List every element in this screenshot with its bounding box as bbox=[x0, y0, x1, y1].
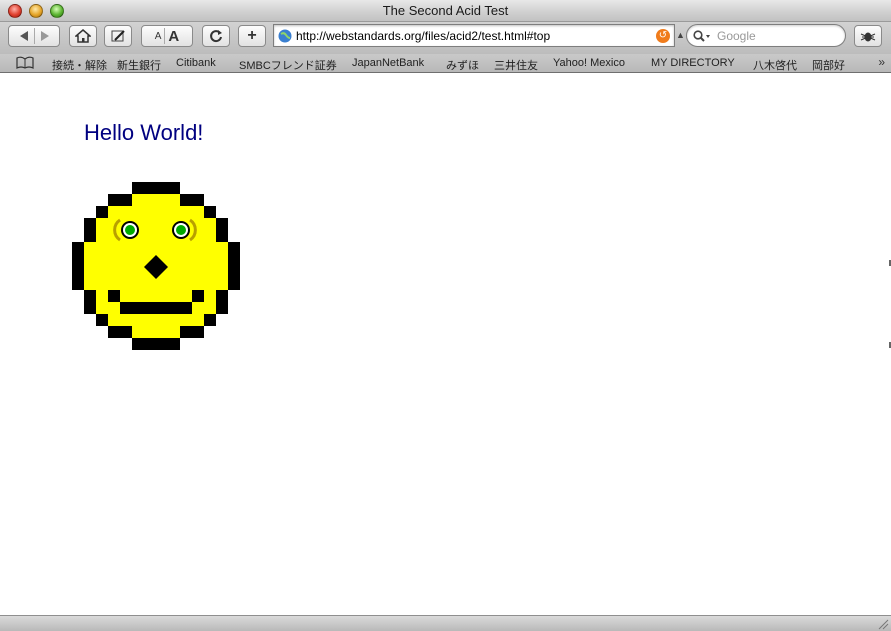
bookmark-item[interactable]: MY DIRECTORY bbox=[651, 57, 735, 69]
address-bar[interactable]: http://webstandards.org/files/acid2/test… bbox=[273, 24, 675, 47]
title-bar: The Second Acid Test bbox=[0, 0, 891, 22]
add-bookmark-button[interactable]: + bbox=[238, 25, 266, 47]
status-bar bbox=[0, 615, 891, 631]
globe-icon bbox=[278, 29, 292, 42]
bookmark-item[interactable]: Yahoo! Mexico bbox=[553, 57, 625, 69]
url-text: http://webstandards.org/files/acid2/test… bbox=[296, 28, 551, 43]
debug-button[interactable] bbox=[854, 25, 882, 47]
home-icon bbox=[75, 29, 91, 43]
bookmark-item[interactable]: Citibank bbox=[176, 57, 216, 69]
search-icon bbox=[693, 29, 710, 42]
forward-arrow-icon bbox=[40, 31, 49, 41]
bookmark-item[interactable]: 岡部好 bbox=[812, 57, 845, 73]
bookmark-item[interactable]: 八木啓代 bbox=[753, 57, 797, 73]
reload-icon bbox=[210, 30, 222, 43]
bookmark-item[interactable]: JapanNetBank bbox=[352, 57, 424, 69]
search-placeholder: Google bbox=[717, 28, 756, 43]
resize-grip-icon[interactable] bbox=[877, 618, 889, 630]
snapback-icon[interactable]: ↺ bbox=[656, 28, 670, 43]
text-bigger-button[interactable]: A bbox=[168, 28, 179, 45]
bookmark-item[interactable]: 三井住友 bbox=[494, 57, 538, 73]
acid2-smiley-face bbox=[72, 182, 240, 350]
browser-toolbar: A A + http://webstandards.org/files/acid… bbox=[0, 22, 891, 54]
back-arrow-icon bbox=[19, 31, 28, 41]
page-heading: Hello World! bbox=[84, 120, 204, 145]
bookmark-item[interactable]: みずほ bbox=[446, 57, 479, 73]
window-title: The Second Acid Test bbox=[382, 3, 509, 18]
bookmark-item[interactable]: 接続・解除 bbox=[52, 57, 107, 73]
back-forward-buttons bbox=[8, 25, 60, 47]
bug-icon bbox=[860, 32, 876, 42]
edit-button[interactable] bbox=[104, 25, 132, 47]
search-field[interactable]: Google bbox=[686, 24, 846, 47]
bookmarks-overflow-icon[interactable]: » bbox=[878, 55, 885, 69]
forward-button[interactable] bbox=[39, 30, 51, 42]
bookmark-item[interactable]: 新生銀行 bbox=[117, 57, 161, 73]
reload-button[interactable] bbox=[202, 25, 230, 47]
text-smaller-button[interactable]: A bbox=[155, 31, 162, 42]
bookmarks-book-icon[interactable] bbox=[16, 56, 34, 69]
pencil-icon bbox=[111, 30, 125, 42]
back-button[interactable] bbox=[18, 30, 30, 42]
page-content: Hello World! bbox=[0, 74, 891, 615]
bookmark-item[interactable]: SMBCフレンド証券 bbox=[239, 57, 337, 73]
bookmarks-bar: 接続・解除 新生銀行 Citibank SMBCフレンド証券 JapanNetB… bbox=[0, 54, 891, 73]
text-size-buttons: A A bbox=[141, 25, 193, 47]
url-history-arrow-icon[interactable]: ▲ bbox=[676, 30, 685, 40]
home-button[interactable] bbox=[69, 25, 97, 47]
